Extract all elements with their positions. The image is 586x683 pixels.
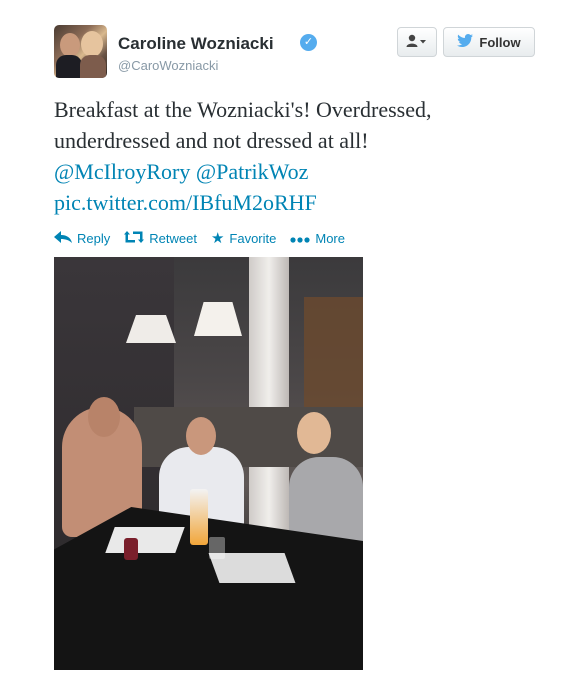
- tweet-text: Breakfast at the Wozniacki's! Overdresse…: [54, 94, 554, 218]
- user-display-name[interactable]: Caroline Wozniacki: [118, 34, 274, 54]
- photo-person-head: [297, 412, 331, 454]
- tweet-mentions-line: @McIlroyRory @PatrikWoz: [54, 156, 554, 187]
- photo-jar: [124, 538, 138, 560]
- avatar-person-right: [81, 31, 103, 57]
- retweet-action[interactable]: Retweet: [124, 230, 197, 247]
- twitter-bird-icon: [457, 33, 474, 51]
- photo-placemat: [105, 527, 185, 553]
- tweet-photo[interactable]: [54, 257, 363, 670]
- photo-lamp: [194, 302, 242, 336]
- person-dropdown-icon: [406, 34, 428, 51]
- more-dots-icon: [290, 230, 310, 247]
- photo-glass: [209, 537, 225, 559]
- reply-label: Reply: [77, 230, 111, 246]
- avatar-body-right: [80, 55, 106, 78]
- star-icon: ★: [210, 230, 225, 247]
- retweet-label: Retweet: [149, 230, 197, 246]
- user-handle[interactable]: @CaroWozniacki: [118, 58, 218, 73]
- avatar-body-left: [56, 55, 82, 78]
- follow-button-label: Follow: [479, 34, 521, 50]
- retweet-icon: [124, 230, 145, 247]
- verified-badge-icon: ✓: [300, 34, 317, 51]
- favorite-action[interactable]: ★ Favorite: [211, 229, 276, 247]
- avatar[interactable]: [54, 25, 107, 78]
- photo-person-head: [88, 397, 120, 437]
- photo-juice-bottle: [190, 489, 208, 545]
- tweet-line-2: underdressed and not dressed at all!: [54, 128, 369, 153]
- more-label: More: [315, 230, 345, 246]
- pic-link[interactable]: pic.twitter.com/IBfuM2oRHF: [54, 187, 554, 218]
- photo-person-head: [186, 417, 216, 455]
- favorite-label: Favorite: [229, 230, 277, 246]
- photo-shelf: [304, 297, 363, 407]
- mention-patrikwoz[interactable]: @PatrikWoz: [196, 159, 309, 184]
- tweet-actions: Reply Retweet ★ Favorite More: [54, 228, 359, 248]
- avatar-person-left: [60, 33, 80, 57]
- tweet-line-1: Breakfast at the Wozniacki's! Overdresse…: [54, 97, 432, 122]
- reply-icon: [54, 230, 72, 247]
- follow-button[interactable]: Follow: [443, 27, 535, 57]
- mention-mcilroyrory[interactable]: @McIlroyRory: [54, 159, 190, 184]
- reply-action[interactable]: Reply: [54, 230, 110, 247]
- more-action[interactable]: More: [290, 230, 345, 247]
- user-actions-button[interactable]: [397, 27, 437, 57]
